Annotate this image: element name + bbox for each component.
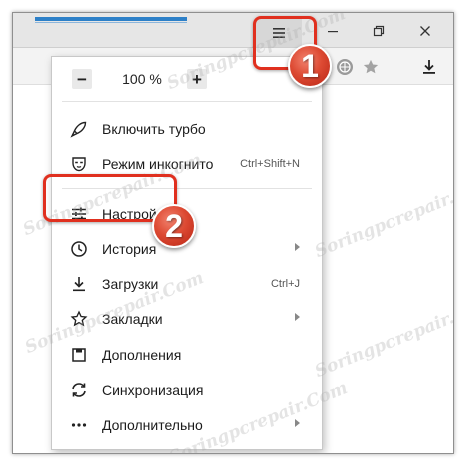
downloads-button[interactable] <box>418 56 440 78</box>
close-button[interactable] <box>405 19 445 43</box>
menu-item-turbo[interactable]: Включить турбо <box>52 112 322 146</box>
menu-item-label: Загрузки <box>102 276 159 292</box>
globe-icon <box>337 59 353 75</box>
submenu-arrow-icon <box>295 313 300 321</box>
restore-button[interactable] <box>359 19 399 43</box>
menu-item-label: Режим инкогнито <box>102 156 214 172</box>
menu-item-addons[interactable]: Дополнения <box>52 338 322 372</box>
zoom-out-button[interactable]: − <box>72 69 92 89</box>
menu-item-label: Дополнения <box>102 347 182 363</box>
menu-item-bookmarks[interactable]: Закладки <box>52 302 322 336</box>
bookmark-star-button[interactable] <box>360 56 382 78</box>
callout-badge-2: 2 <box>152 204 196 248</box>
menu-item-shortcut: Ctrl+Shift+N <box>240 158 300 170</box>
menu-divider <box>62 101 312 102</box>
sync-icon <box>69 380 89 400</box>
browser-window: − 100 % + Включить турбо Режим инкогнито… <box>12 12 454 454</box>
watermark: Soringpcrepair.Com <box>312 291 454 383</box>
callout-badge-1: 1 <box>288 44 332 88</box>
protect-button[interactable] <box>334 56 356 78</box>
close-icon <box>420 26 430 36</box>
menu-item-more[interactable]: Дополнительно <box>52 408 322 442</box>
menu-item-sync[interactable]: Синхронизация <box>52 373 322 407</box>
submenu-arrow-icon <box>295 243 300 251</box>
download-icon <box>69 274 89 294</box>
more-dots-icon <box>69 415 89 435</box>
menu-item-label: Закладки <box>102 311 163 327</box>
star-outline-icon <box>69 309 89 329</box>
menu-item-downloads[interactable]: Загрузки Ctrl+J <box>52 267 322 301</box>
menu-item-label: Дополнительно <box>102 417 203 433</box>
menu-item-label: История <box>102 241 157 257</box>
submenu-arrow-icon <box>295 419 300 427</box>
history-clock-icon <box>69 239 89 259</box>
restore-icon <box>373 25 385 37</box>
rocket-icon <box>69 119 89 139</box>
minimize-icon <box>328 31 338 33</box>
main-menu: − 100 % + Включить турбо Режим инкогнито… <box>51 56 323 450</box>
minimize-button[interactable] <box>313 19 353 43</box>
zoom-level: 100 % <box>122 71 162 87</box>
download-icon <box>423 60 435 74</box>
zoom-in-button[interactable]: + <box>187 69 207 89</box>
tab-underline <box>35 22 187 23</box>
menu-item-shortcut: Ctrl+J <box>270 278 300 290</box>
watermark: Soringpcrepair.Com <box>312 171 454 263</box>
menu-item-label: Включить турбо <box>102 121 206 137</box>
menu-item-label: Синхронизация <box>102 382 204 398</box>
incognito-mask-icon <box>69 154 89 174</box>
title-bar <box>13 13 453 48</box>
star-icon <box>363 59 379 74</box>
addons-box-icon <box>69 345 89 365</box>
active-tab-indicator[interactable] <box>35 17 187 21</box>
